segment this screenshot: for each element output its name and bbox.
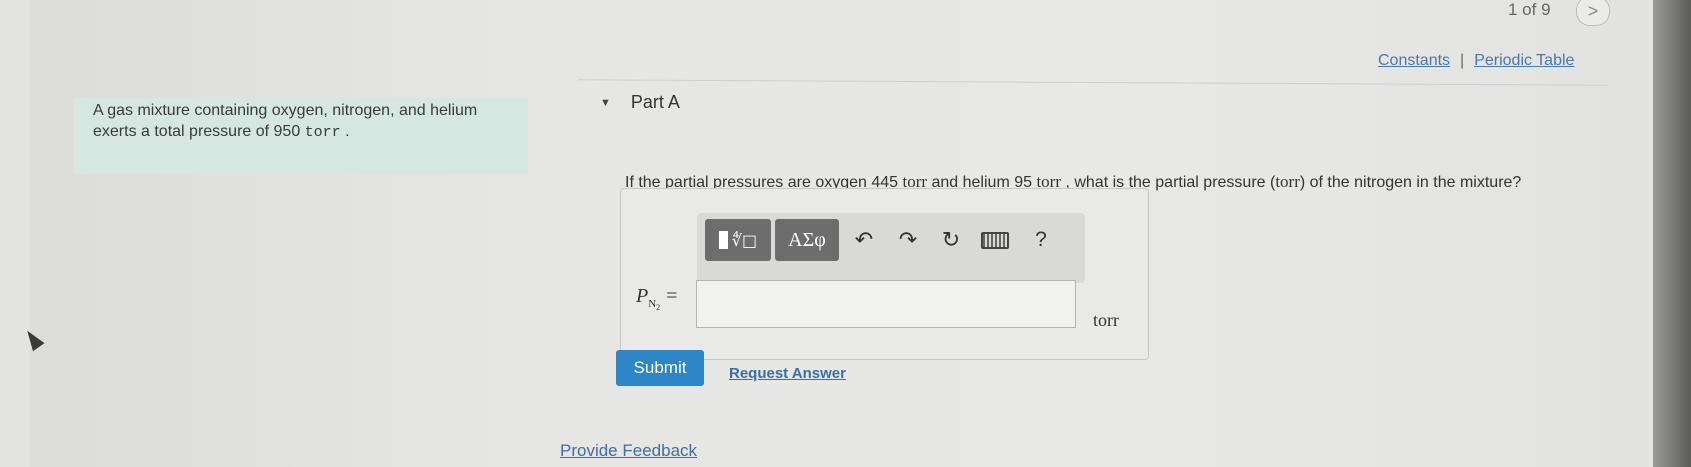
part-title: Part A xyxy=(630,92,680,112)
provide-feedback-link[interactable]: Provide Feedback xyxy=(560,441,697,461)
answer-input[interactable] xyxy=(696,280,1076,328)
next-page-button[interactable]: > xyxy=(1576,0,1610,26)
problem-unit: torr xyxy=(304,124,341,141)
link-separator: | xyxy=(1460,52,1465,69)
request-answer-link[interactable]: Request Answer xyxy=(729,365,846,382)
redo-icon[interactable]: ↷ xyxy=(891,223,925,257)
greek-symbols-button[interactable]: ΑΣφ xyxy=(775,219,839,261)
constants-link[interactable]: Constants xyxy=(1378,52,1450,69)
resource-links: Constants | Periodic Table xyxy=(1378,52,1574,70)
templates-button[interactable]: ∜□ xyxy=(705,219,771,261)
block-icon xyxy=(718,231,728,249)
answer-variable-label: PN2= xyxy=(636,285,678,313)
help-icon[interactable]: ? xyxy=(1024,223,1058,257)
problem-text: A gas mixture containing oxygen, nitroge… xyxy=(93,102,478,140)
chevron-right-icon: > xyxy=(1587,0,1599,21)
answer-unit: torr xyxy=(1093,310,1119,330)
reset-icon[interactable]: ↻ xyxy=(934,223,968,257)
part-a-header[interactable]: ▼ Part A xyxy=(600,92,680,113)
screen-edge xyxy=(1653,0,1691,467)
page-counter: 1 of 9 xyxy=(1508,0,1551,19)
periodic-table-link[interactable]: Periodic Table xyxy=(1474,52,1574,69)
problem-statement: A gas mixture containing oxygen, nitroge… xyxy=(73,98,528,174)
radical-icon: ∜□ xyxy=(731,230,758,250)
submit-button[interactable]: Submit xyxy=(616,350,704,386)
math-toolbar: ∜□ ΑΣφ ↶ ↷ ↻ ? xyxy=(697,213,1085,283)
keyboard-icon[interactable] xyxy=(978,223,1012,257)
problem-text-end: . xyxy=(340,123,350,140)
undo-icon[interactable]: ↶ xyxy=(847,223,881,257)
collapse-caret-icon: ▼ xyxy=(600,97,611,109)
